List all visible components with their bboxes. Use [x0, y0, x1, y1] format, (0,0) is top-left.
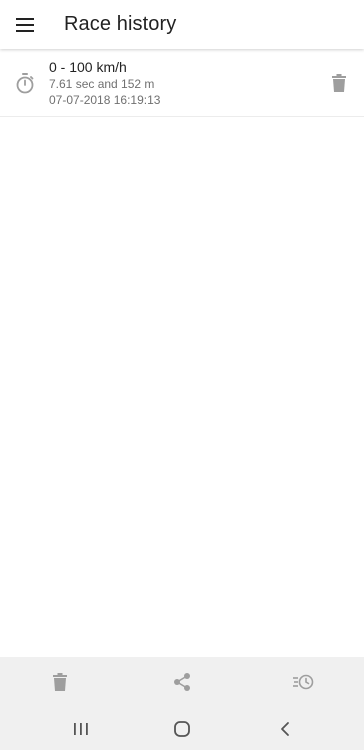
- race-timestamp: 07-07-2018 16:19:13: [49, 93, 161, 107]
- back-button[interactable]: [273, 718, 297, 740]
- stopwatch-icon: [16, 73, 34, 94]
- delete-all-button[interactable]: [48, 670, 72, 694]
- app-root: Race history 0 - 100 km/h 7.61 sec and 1…: [0, 0, 364, 750]
- race-title: 0 - 100 km/h: [49, 59, 127, 75]
- recent-apps-icon: [74, 723, 88, 735]
- history-icon: [293, 674, 314, 690]
- share-icon: [174, 673, 190, 691]
- menu-button[interactable]: [10, 10, 40, 40]
- home-icon: [174, 721, 190, 737]
- recent-apps-button[interactable]: [69, 718, 93, 740]
- race-info: 0 - 100 km/h 7.61 sec and 152 m 07-07-20…: [49, 59, 160, 108]
- race-list-item[interactable]: 0 - 100 km/h 7.61 sec and 152 m 07-07-20…: [0, 50, 364, 117]
- race-detail: 7.61 sec and 152 m: [49, 77, 155, 91]
- share-button[interactable]: [170, 670, 194, 694]
- back-icon: [281, 722, 289, 736]
- app-bar: Race history: [0, 0, 364, 49]
- trash-icon: [53, 673, 67, 691]
- hamburger-menu-icon: [16, 18, 34, 32]
- system-navigation-bar: [0, 708, 364, 750]
- bottom-action-bar: [0, 657, 364, 708]
- trash-icon: [332, 74, 346, 92]
- delete-race-button[interactable]: [328, 72, 350, 94]
- home-button[interactable]: [170, 718, 194, 740]
- page-title: Race history: [64, 13, 177, 35]
- race-list: 0 - 100 km/h 7.61 sec and 152 m 07-07-20…: [0, 50, 364, 117]
- history-button[interactable]: [291, 670, 315, 694]
